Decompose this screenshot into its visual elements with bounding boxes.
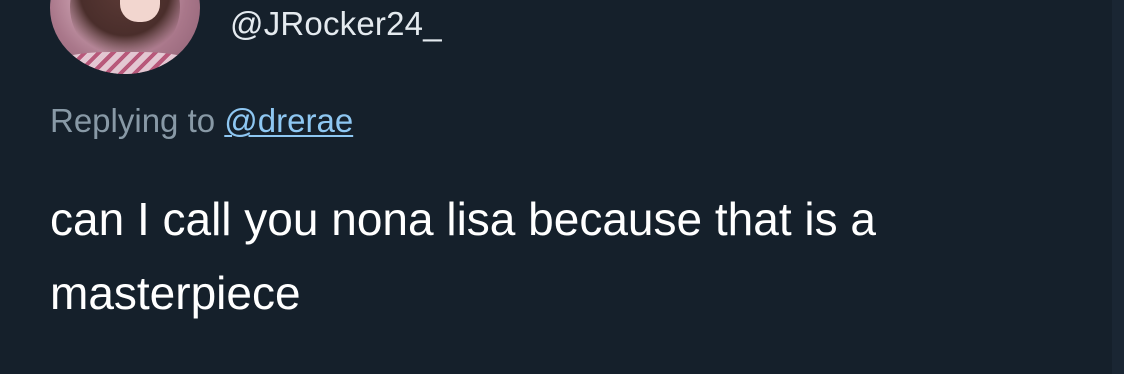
avatar[interactable] (50, 0, 200, 74)
scroll-edge (1112, 0, 1124, 374)
replying-to: Replying to @drerae (50, 101, 353, 141)
tweet: @JRocker24_ Replying to @drerae can I ca… (0, 0, 1124, 374)
replying-to-label: Replying to (50, 102, 216, 139)
user-handle[interactable]: @JRocker24_ (230, 4, 442, 44)
replying-to-mention-link[interactable]: @drerae (224, 102, 353, 139)
tweet-text: can I call you nona lisa because that is… (50, 193, 876, 319)
avatar-collar (60, 52, 190, 74)
